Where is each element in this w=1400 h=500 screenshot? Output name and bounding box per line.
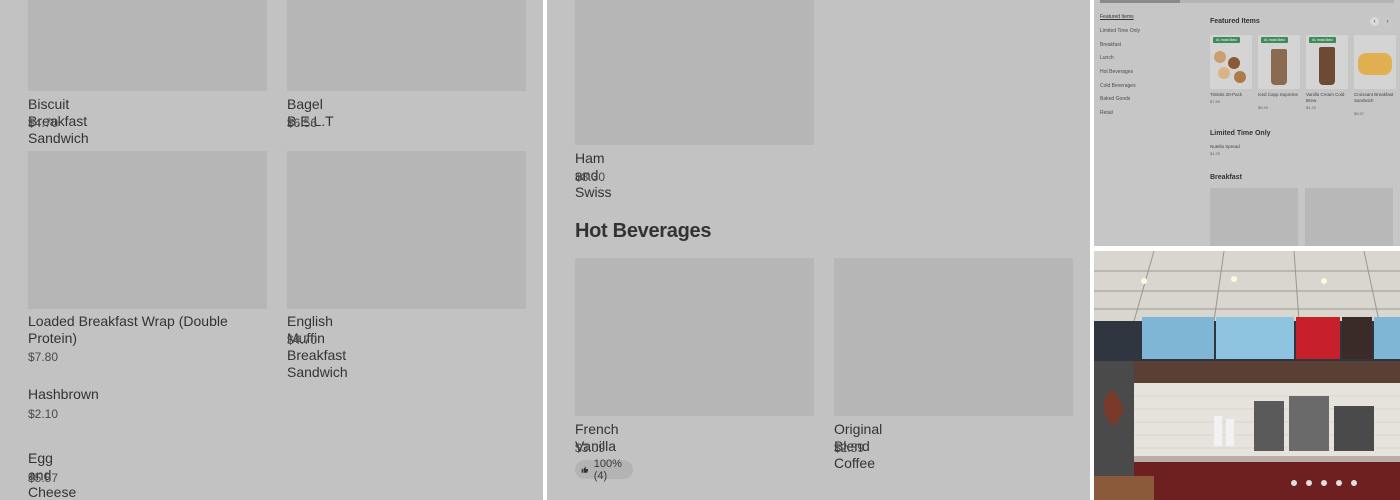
coffee-machine bbox=[1254, 401, 1284, 451]
nav-lunch[interactable]: Lunch bbox=[1100, 55, 1114, 61]
featured-item-price: $5.57 bbox=[1354, 111, 1365, 116]
breakfast-item-thumbnail[interactable] bbox=[1305, 188, 1393, 246]
counter-top bbox=[1134, 456, 1400, 462]
nav-breakfast[interactable]: Breakfast bbox=[1100, 42, 1121, 48]
store-interior-photo bbox=[1094, 251, 1400, 500]
item-price: $6.56 bbox=[287, 116, 318, 130]
item-thumbnail[interactable] bbox=[287, 0, 526, 91]
item-price: $3.09 bbox=[575, 441, 606, 455]
menu-screen bbox=[1374, 317, 1400, 359]
store-photo-illustration bbox=[1094, 251, 1400, 500]
timbits-graphic bbox=[1234, 71, 1246, 83]
breakfast-item-thumbnail[interactable] bbox=[1210, 188, 1298, 246]
nav-featured-items[interactable]: Featured Items bbox=[1100, 14, 1134, 20]
thumbs-up-icon bbox=[581, 466, 589, 473]
nav-baked-goods[interactable]: Baked Goods bbox=[1100, 96, 1130, 102]
top-bar-line bbox=[1180, 0, 1394, 3]
item-price: $4.70 bbox=[28, 116, 59, 130]
carousel-next-button[interactable]: › bbox=[1383, 17, 1392, 26]
top-bar-strip bbox=[1100, 0, 1180, 3]
item-price: $4.70 bbox=[287, 333, 318, 347]
item-price: $5.57 bbox=[28, 471, 59, 485]
item-thumbnail[interactable] bbox=[287, 151, 526, 309]
coffee-machine bbox=[1289, 396, 1329, 451]
ceiling bbox=[1094, 251, 1400, 321]
featured-item-price: $4.20 bbox=[1306, 105, 1317, 110]
rating-text: 100% (4) bbox=[593, 457, 622, 482]
carousel-prev-button[interactable]: ‹ bbox=[1370, 17, 1379, 26]
menu-screen bbox=[1296, 317, 1340, 359]
cup-graphic bbox=[1319, 47, 1335, 85]
featured-item-image[interactable]: #1 most liked bbox=[1258, 35, 1300, 89]
menu-panel-hot-beverages: Ham and Swiss $8.30 Hot Beverages French… bbox=[547, 0, 1090, 500]
brick-band bbox=[1094, 361, 1400, 383]
limited-item-name: Nutella Spread bbox=[1210, 144, 1240, 149]
item-price: $2.59 bbox=[834, 441, 865, 455]
featured-item-name: Vanilla Cream Cold Brew bbox=[1306, 92, 1345, 103]
limited-time-heading: Limited Time Only bbox=[1210, 130, 1271, 137]
menu-screen bbox=[1142, 317, 1214, 359]
item-thumbnail[interactable] bbox=[834, 258, 1073, 416]
item-price: $8.30 bbox=[575, 170, 606, 184]
floor bbox=[1094, 476, 1154, 500]
cup bbox=[1226, 419, 1234, 446]
rating-badge: 100% (4) bbox=[575, 457, 634, 482]
featured-item-price: $5.99 bbox=[1258, 105, 1269, 110]
section-title: Hot Beverages bbox=[575, 220, 712, 242]
featured-item-image[interactable] bbox=[1354, 35, 1396, 89]
item-thumbnail[interactable] bbox=[575, 258, 814, 416]
nav-cold-beverages[interactable]: Cold Beverages bbox=[1100, 83, 1136, 89]
featured-item-image[interactable]: #1 most liked bbox=[1210, 35, 1252, 89]
most-liked-badge: #1 most liked bbox=[1261, 37, 1288, 43]
most-liked-badge: #1 most liked bbox=[1213, 37, 1240, 43]
featured-item-price: $7.80 bbox=[1210, 99, 1221, 104]
menu-screen bbox=[1342, 317, 1372, 359]
featured-item-name: Timbits 20-Pack bbox=[1210, 92, 1243, 97]
limited-item-price: $1.29 bbox=[1210, 151, 1221, 156]
timbits-graphic bbox=[1214, 51, 1226, 63]
featured-heading: Featured Items bbox=[1210, 18, 1260, 25]
nav-retail[interactable]: Retail bbox=[1100, 110, 1113, 116]
featured-item-name: Iced Capp Supreme bbox=[1258, 92, 1299, 97]
counter bbox=[1134, 456, 1400, 500]
chevron-right-icon: › bbox=[1386, 18, 1389, 25]
item-thumbnail[interactable] bbox=[28, 0, 267, 91]
coffee-machine bbox=[1334, 406, 1374, 451]
mini-store-page: Featured Items Limited Time Only Breakfa… bbox=[1094, 0, 1400, 246]
item-thumbnail[interactable] bbox=[28, 151, 267, 309]
timbits-graphic bbox=[1218, 67, 1230, 79]
item-name: Loaded Breakfast Wrap (Double Protein) bbox=[28, 313, 228, 346]
item-price: $2.10 bbox=[28, 407, 59, 421]
cup-graphic bbox=[1271, 49, 1287, 85]
menu-screen bbox=[1216, 317, 1294, 359]
featured-item-image[interactable]: #1 most liked bbox=[1306, 35, 1348, 89]
nav-limited-time[interactable]: Limited Time Only bbox=[1100, 28, 1140, 34]
nav-hot-beverages[interactable]: Hot Beverages bbox=[1100, 69, 1133, 75]
most-liked-badge: #1 most liked bbox=[1309, 37, 1336, 43]
ceiling-light bbox=[1321, 278, 1327, 284]
ceiling-light bbox=[1231, 276, 1237, 282]
sandwich-graphic bbox=[1358, 53, 1392, 75]
featured-item-name: Croissant Breakfast Sandwich bbox=[1354, 92, 1394, 103]
timbits-graphic bbox=[1228, 57, 1240, 69]
ceiling-light bbox=[1141, 278, 1147, 284]
item-name: Hashbrown bbox=[28, 386, 99, 402]
chevron-left-icon: ‹ bbox=[1373, 18, 1376, 25]
item-name: English Muffin Breakfast Sandwich bbox=[287, 313, 348, 380]
menu-panel-breakfast: Biscuit Breakfast Sandwich $4.70 Bagel B… bbox=[0, 0, 543, 500]
cup bbox=[1214, 416, 1222, 446]
breakfast-heading: Breakfast bbox=[1210, 174, 1242, 181]
item-thumbnail[interactable] bbox=[575, 0, 814, 145]
item-price: $7.80 bbox=[28, 350, 59, 364]
